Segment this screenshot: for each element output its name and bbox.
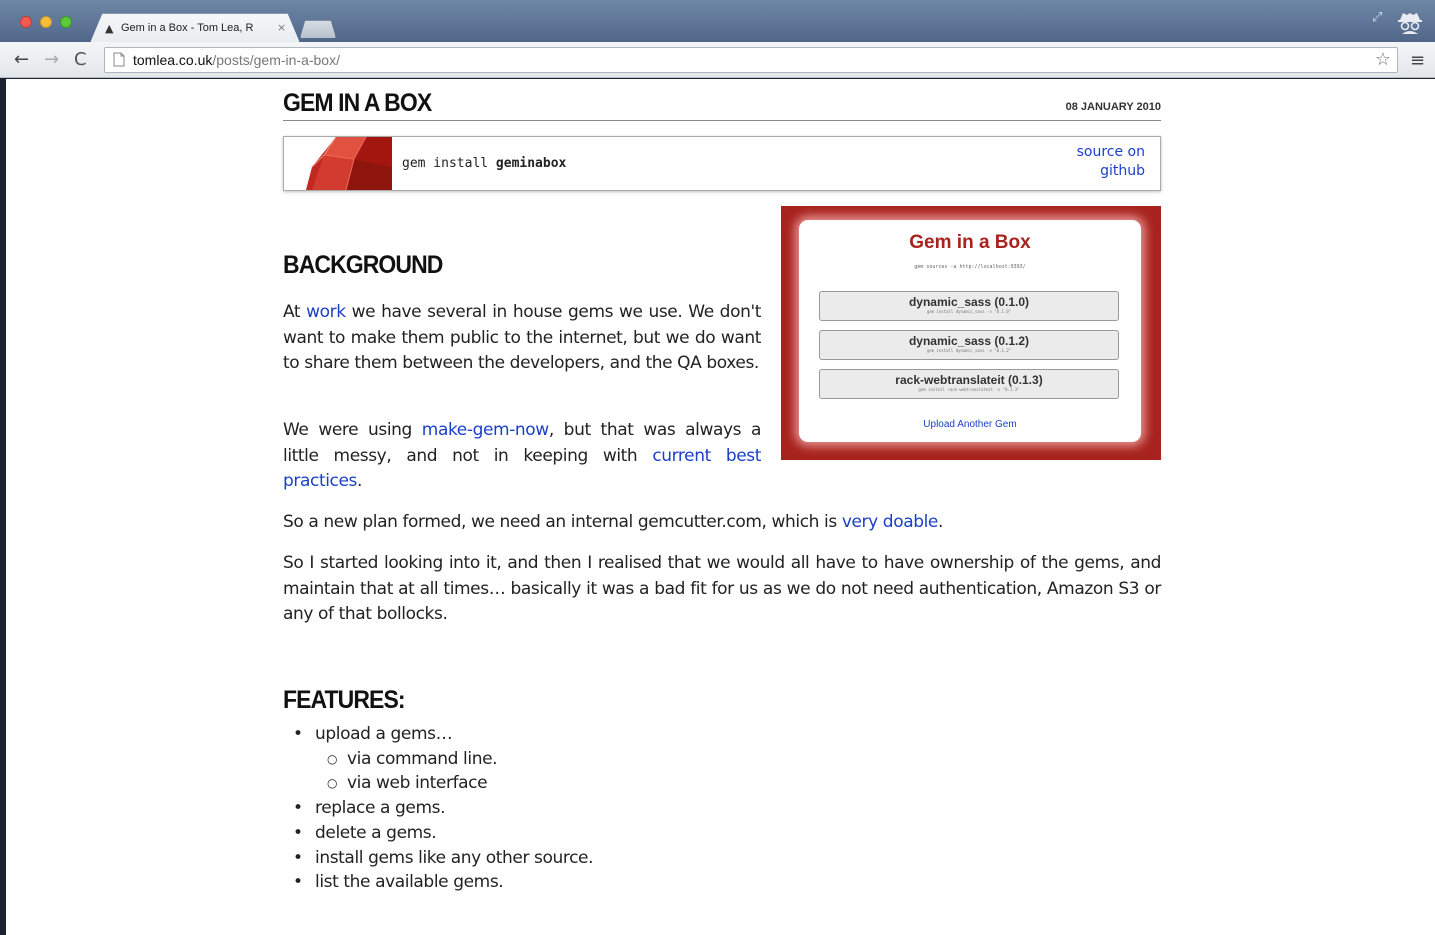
- window-titlebar: ▲ Gem in a Box - Tom Lea, R × ⤢: [0, 0, 1435, 43]
- feature-text: via command line.: [347, 748, 498, 769]
- list-item: • install gems like any other source.: [293, 846, 594, 871]
- bullet-icon: •: [293, 872, 303, 893]
- install-gem-name: geminabox: [495, 156, 567, 171]
- post-date: 08 JANUARY 2010: [1065, 101, 1161, 113]
- features-list: • upload a gems… ○ via command line. ○ via …: [293, 722, 594, 895]
- favicon-icon: ▲: [105, 22, 114, 35]
- url-host: tomlea.co.uk: [133, 52, 213, 68]
- source-on-github-link[interactable]: source on github: [1055, 143, 1145, 181]
- list-item: • list the available gems.: [293, 870, 593, 895]
- list-item: ○ via web interface: [327, 771, 593, 796]
- reload-icon[interactable]: C: [74, 48, 87, 72]
- circle-bullet-icon: ○: [327, 751, 338, 766]
- sub-list: ○ via command line. ○ via web interface: [315, 747, 593, 796]
- gem-name: dynamic_sass (0.1.2): [908, 334, 1030, 348]
- screenshot-panel: Gem in a Box gem sources -a http://local…: [799, 220, 1141, 442]
- tab-close-icon[interactable]: ×: [277, 21, 286, 34]
- circle-bullet-icon: ○: [327, 776, 338, 791]
- forward-arrow-icon[interactable]: →: [44, 48, 59, 72]
- bullet-icon: •: [293, 724, 303, 744]
- background-paragraph-4: So I started looking into it, and then I…: [283, 553, 1161, 625]
- tab-gem-in-a-box[interactable]: ▲ Gem in a Box - Tom Lea, R ×: [90, 13, 300, 43]
- features-heading: FEATURES:: [283, 686, 406, 714]
- install-command: gem install geminabox: [402, 156, 566, 171]
- background-paragraph-1: At work we have several in house gems we…: [283, 300, 761, 377]
- gem-command: gem install dynamic_sass -v "0.1.2": [926, 348, 1012, 353]
- new-tab-button[interactable]: [300, 20, 336, 38]
- text-span: We were using: [283, 420, 422, 440]
- post-header: GEM IN A BOX 08 JANUARY 2010: [283, 87, 1161, 121]
- fullscreen-icon[interactable]: ⤢: [1372, 10, 1382, 25]
- make-gem-now-link[interactable]: make-gem-now: [422, 420, 549, 440]
- install-prefix: gem install: [402, 156, 496, 171]
- gem-command: gem install dynamic_sass -v "0.1.0": [926, 309, 1012, 314]
- gem-name: rack-webtranslateit (0.1.3): [895, 373, 1043, 387]
- page-icon: [113, 52, 125, 67]
- very-doable-link[interactable]: very doable: [842, 512, 939, 532]
- text-span: we have several in house gems we use. We…: [283, 302, 761, 374]
- feature-text: upload a gems…: [315, 724, 453, 744]
- incognito-icon: [1398, 13, 1422, 34]
- gem-name: dynamic_sass (0.1.0): [908, 295, 1030, 309]
- bullet-icon: •: [293, 847, 303, 868]
- list-item: • upload a gems… ○ via command line. ○ via …: [293, 722, 593, 796]
- minimize-window-button[interactable]: [40, 16, 52, 28]
- text-span: .: [937, 512, 943, 532]
- install-box: gem install geminabox source on github: [283, 136, 1161, 191]
- url-text[interactable]: tomlea.co.uk/posts/gem-in-a-box/: [133, 52, 340, 68]
- work-link[interactable]: work: [306, 302, 346, 322]
- background-heading: BACKGROUND: [283, 251, 443, 279]
- page-viewport[interactable]: GEM IN A BOX 08 JANUARY 2010 gem install…: [6, 79, 1435, 935]
- screenshot-subtitle: gem sources -a http://localhost:9393/: [914, 264, 1026, 270]
- address-bar[interactable]: tomlea.co.uk/posts/gem-in-a-box/ ☆: [104, 47, 1398, 73]
- zoom-window-button[interactable]: [60, 16, 72, 28]
- list-item: ○ via command line.: [327, 747, 593, 772]
- bullet-icon: •: [293, 798, 303, 819]
- post-title: GEM IN A BOX: [283, 89, 432, 117]
- feature-text: list the available gems.: [315, 872, 504, 893]
- gem-command: gem install rack-webtranslateit -v "0.1.…: [918, 387, 1020, 392]
- ruby-logo-icon: [306, 137, 392, 190]
- text-span: So a new plan formed, we need an interna…: [283, 512, 842, 532]
- browser-toolbar: ← → C tomlea.co.uk/posts/gem-in-a-box/ ☆…: [0, 42, 1435, 78]
- feature-text: via web interface: [347, 773, 488, 794]
- tab-title: Gem in a Box - Tom Lea, R: [121, 22, 254, 34]
- list-item: • delete a gems.: [293, 821, 593, 846]
- menu-icon[interactable]: ≡: [1410, 50, 1425, 71]
- back-arrow-icon[interactable]: ←: [14, 48, 29, 72]
- text-span: .: [357, 471, 363, 492]
- screenshot-gem-item: dynamic_sass (0.1.2) gem install dynamic…: [819, 330, 1119, 360]
- feature-text: install gems like any other source.: [315, 847, 594, 868]
- url-path: /posts/gem-in-a-box/: [212, 52, 340, 68]
- screenshot-gem-item: dynamic_sass (0.1.0) gem install dynamic…: [819, 291, 1119, 321]
- close-window-button[interactable]: [20, 16, 32, 28]
- background-paragraph-2: We were using make-gem-now, but that was…: [283, 418, 761, 495]
- screenshot-upload-link: Upload Another Gem: [923, 419, 1017, 430]
- list-item: • replace a gems.: [293, 796, 593, 821]
- geminabox-screenshot: Gem in a Box gem sources -a http://local…: [781, 206, 1161, 460]
- bookmark-star-icon[interactable]: ☆: [1375, 49, 1391, 70]
- feature-text: delete a gems.: [315, 822, 437, 843]
- bullet-icon: •: [293, 822, 303, 843]
- text-span: At: [283, 302, 307, 322]
- screenshot-gem-item: rack-webtranslateit (0.1.3) gem install …: [819, 369, 1119, 399]
- background-paragraph-3: So a new plan formed, we need an interna…: [283, 510, 1161, 536]
- feature-text: replace a gems.: [315, 798, 446, 819]
- screenshot-title: Gem in a Box: [909, 232, 1031, 253]
